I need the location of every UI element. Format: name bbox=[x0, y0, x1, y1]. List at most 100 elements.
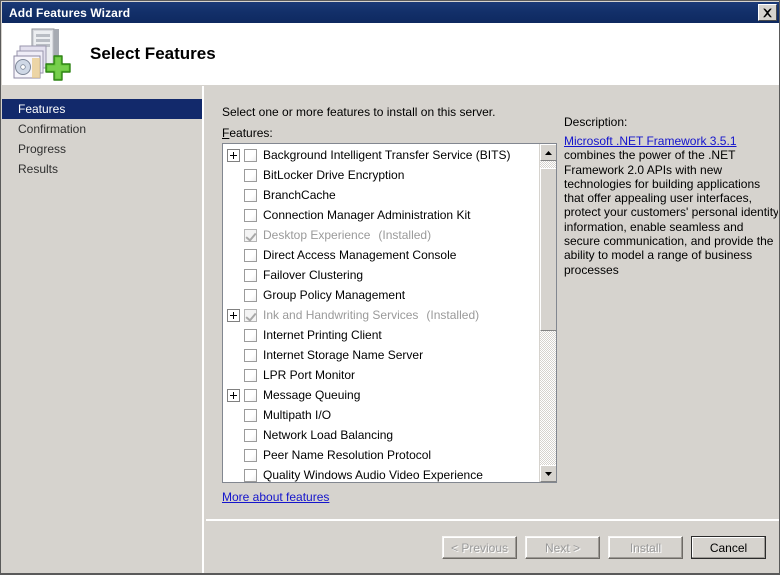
feature-checkbox[interactable] bbox=[244, 148, 257, 162]
feature-label: Internet Printing Client bbox=[263, 328, 382, 342]
feature-checkbox[interactable] bbox=[244, 348, 257, 362]
feature-row[interactable]: Desktop Experience (Installed) bbox=[223, 225, 539, 245]
feature-checkbox[interactable] bbox=[244, 368, 257, 382]
install-button[interactable]: Install bbox=[608, 536, 683, 559]
feature-label: Multipath I/O bbox=[263, 408, 332, 422]
feature-checkbox[interactable] bbox=[244, 168, 257, 182]
feature-row[interactable]: Quality Windows Audio Video Experience bbox=[223, 465, 539, 482]
feature-checkbox[interactable] bbox=[244, 468, 257, 482]
feature-checkbox[interactable] bbox=[244, 188, 257, 202]
sidebar-item-confirmation[interactable]: Confirmation bbox=[2, 119, 202, 139]
feature-checkbox bbox=[244, 308, 257, 322]
feature-row[interactable]: BitLocker Drive Encryption bbox=[223, 165, 539, 185]
feature-row[interactable]: Message Queuing bbox=[223, 385, 539, 405]
more-about-features-link[interactable]: More about features bbox=[222, 490, 329, 504]
title-bar: Add Features Wizard bbox=[2, 2, 779, 23]
feature-row[interactable]: Group Policy Management bbox=[223, 285, 539, 305]
scroll-up-arrow-icon[interactable] bbox=[540, 144, 556, 161]
intro-instruction: Select one or more features to install o… bbox=[222, 105, 496, 119]
features-label-rest: eatures: bbox=[229, 126, 273, 140]
feature-row[interactable]: Internet Storage Name Server bbox=[223, 345, 539, 365]
description-heading: Description: bbox=[564, 115, 628, 129]
dotnet-framework-link[interactable]: Microsoft .NET Framework 3.5.1 bbox=[564, 134, 737, 148]
features-listbox[interactable]: Background Intelligent Transfer Service … bbox=[222, 143, 557, 483]
expand-plus-icon[interactable] bbox=[227, 148, 240, 162]
features-list: Background Intelligent Transfer Service … bbox=[223, 144, 539, 482]
expand-plus-icon[interactable] bbox=[227, 308, 240, 322]
wizard-step-nav: Features Confirmation Progress Results bbox=[2, 86, 204, 574]
feature-label: Failover Clustering bbox=[263, 268, 364, 282]
feature-row[interactable]: Background Intelligent Transfer Service … bbox=[223, 145, 539, 165]
feature-label: Network Load Balancing bbox=[263, 428, 394, 442]
feature-label: Internet Storage Name Server bbox=[263, 348, 424, 362]
sidebar-item-progress[interactable]: Progress bbox=[2, 139, 202, 159]
feature-label: BranchCache bbox=[263, 188, 336, 202]
feature-label: Connection Manager Administration Kit bbox=[263, 208, 471, 222]
feature-row[interactable]: LPR Port Monitor bbox=[223, 365, 539, 385]
features-list-label: Features: bbox=[222, 126, 273, 140]
feature-checkbox[interactable] bbox=[244, 268, 257, 282]
feature-row[interactable]: BranchCache bbox=[223, 185, 539, 205]
feature-checkbox[interactable] bbox=[244, 288, 257, 302]
feature-row[interactable]: Internet Printing Client bbox=[223, 325, 539, 345]
cancel-button[interactable]: Cancel bbox=[691, 536, 766, 559]
feature-label: Ink and Handwriting Services bbox=[263, 308, 419, 322]
feature-label: Peer Name Resolution Protocol bbox=[263, 448, 432, 462]
feature-label: LPR Port Monitor bbox=[263, 368, 356, 382]
feature-row[interactable]: Multipath I/O bbox=[223, 405, 539, 425]
feature-label: Quality Windows Audio Video Experience bbox=[263, 468, 483, 482]
feature-label: Group Policy Management bbox=[263, 288, 406, 302]
feature-checkbox[interactable] bbox=[244, 208, 257, 222]
add-features-wizard-window: Add Features Wizard Select Features Feat… bbox=[0, 0, 780, 575]
feature-label: Message Queuing bbox=[263, 388, 361, 402]
feature-row[interactable]: Ink and Handwriting Services (Installed) bbox=[223, 305, 539, 325]
page-title: Select Features bbox=[90, 44, 216, 63]
feature-label: Direct Access Management Console bbox=[263, 248, 457, 262]
feature-row[interactable]: Connection Manager Administration Kit bbox=[223, 205, 539, 225]
add-features-server-icon bbox=[10, 26, 74, 82]
description-panel: Description: Microsoft .NET Framework 3.… bbox=[564, 115, 778, 345]
features-scrollbar[interactable] bbox=[539, 144, 556, 482]
feature-label: Background Intelligent Transfer Service … bbox=[263, 148, 511, 162]
scrollbar-thumb[interactable] bbox=[540, 168, 556, 331]
sidebar-item-results[interactable]: Results bbox=[2, 159, 202, 179]
sidebar-item-features[interactable]: Features bbox=[2, 99, 202, 119]
close-icon[interactable] bbox=[758, 4, 777, 21]
feature-checkbox[interactable] bbox=[244, 428, 257, 442]
feature-checkbox[interactable] bbox=[244, 388, 257, 402]
feature-checkbox[interactable] bbox=[244, 408, 257, 422]
next-button[interactable]: Next > bbox=[525, 536, 600, 559]
description-text: combines the power of the .NET Framework… bbox=[564, 148, 778, 277]
installed-badge: (Installed) bbox=[378, 228, 432, 242]
button-row: < Previous Next > Install Cancel bbox=[442, 536, 766, 559]
feature-checkbox[interactable] bbox=[244, 248, 257, 262]
wizard-banner: Select Features bbox=[2, 23, 779, 85]
window-bottom-edge bbox=[1, 573, 779, 574]
feature-row[interactable]: Failover Clustering bbox=[223, 265, 539, 285]
expand-plus-icon[interactable] bbox=[227, 388, 240, 402]
feature-checkbox[interactable] bbox=[244, 448, 257, 462]
previous-button[interactable]: < Previous bbox=[442, 536, 517, 559]
feature-row[interactable]: Network Load Balancing bbox=[223, 425, 539, 445]
feature-label: BitLocker Drive Encryption bbox=[263, 168, 405, 182]
feature-row[interactable]: Direct Access Management Console bbox=[223, 245, 539, 265]
wizard-content-pane: Select one or more features to install o… bbox=[206, 86, 779, 574]
feature-checkbox[interactable] bbox=[244, 328, 257, 342]
window-title: Add Features Wizard bbox=[9, 5, 131, 20]
scroll-down-arrow-icon[interactable] bbox=[540, 465, 556, 482]
feature-row[interactable]: Peer Name Resolution Protocol bbox=[223, 445, 539, 465]
wizard-footer: < Previous Next > Install Cancel bbox=[206, 521, 779, 574]
